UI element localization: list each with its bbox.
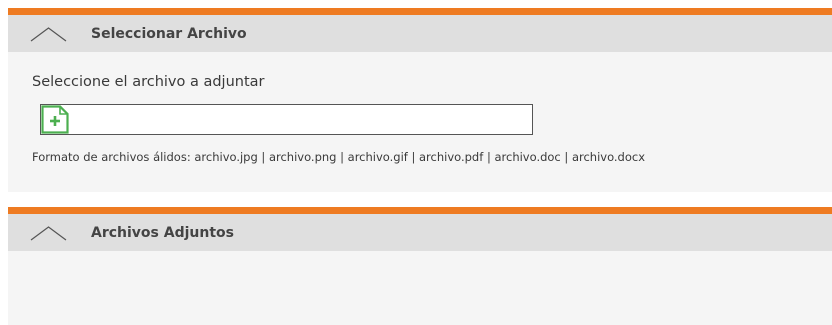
select-file-header[interactable]: Seleccionar Archivo	[8, 15, 832, 52]
add-file-icon[interactable]	[41, 105, 69, 134]
chevron-up-icon[interactable]	[30, 27, 67, 42]
panel-title: Seleccionar Archivo	[91, 25, 247, 42]
attachments-panel: Archivos Adjuntos	[8, 207, 832, 325]
valid-formats-text: Formato de archivos álidos: archivo.jpg …	[32, 150, 646, 164]
file-input[interactable]	[40, 104, 533, 135]
accent-bar	[8, 8, 832, 15]
accent-bar	[8, 207, 832, 214]
select-file-panel: Seleccionar Archivo Seleccione el archiv…	[8, 8, 832, 192]
instruction-text: Seleccione el archivo a adjuntar	[32, 74, 265, 90]
panel-title: Archivos Adjuntos	[91, 224, 234, 241]
chevron-up-icon[interactable]	[30, 226, 67, 241]
attachments-header[interactable]: Archivos Adjuntos	[8, 214, 832, 251]
